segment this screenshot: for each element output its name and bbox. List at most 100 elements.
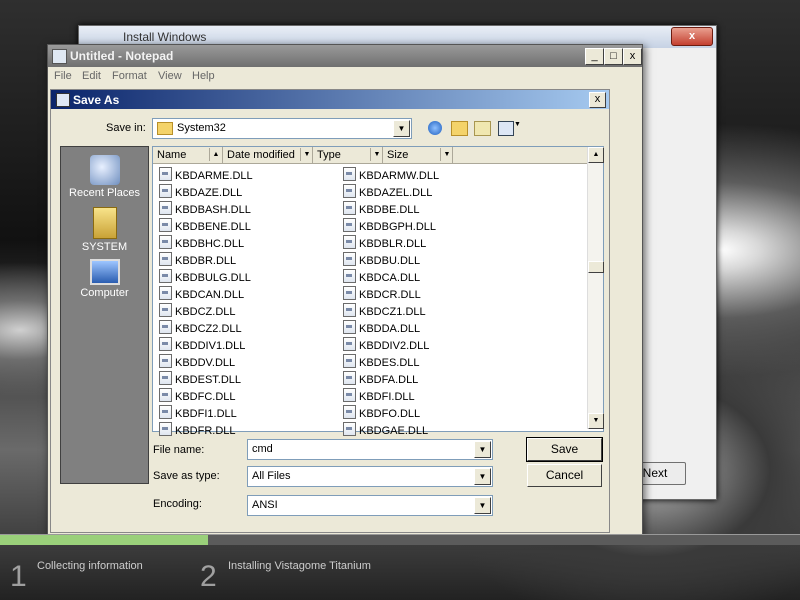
file-item[interactable]: KBDFC.DLL bbox=[159, 388, 236, 405]
dll-file-icon bbox=[159, 269, 172, 283]
view-menu-chevron-icon[interactable]: ▼ bbox=[514, 121, 521, 128]
maximize-button[interactable]: □ bbox=[604, 48, 623, 65]
notepad-title: Untitled - Notepad bbox=[70, 49, 174, 63]
chevron-down-icon[interactable]: ▼ bbox=[474, 468, 491, 485]
scroll-thumb[interactable] bbox=[588, 261, 604, 273]
file-name: KBDFO.DLL bbox=[359, 408, 421, 420]
file-item[interactable]: KBDDIV2.DLL bbox=[343, 337, 429, 354]
file-item[interactable]: KBDFI.DLL bbox=[343, 388, 415, 405]
file-item[interactable]: KBDCA.DLL bbox=[343, 269, 420, 286]
dll-file-icon bbox=[159, 422, 172, 436]
chevron-down-icon[interactable]: ▼ bbox=[393, 120, 410, 137]
file-item[interactable]: KBDES.DLL bbox=[343, 354, 420, 371]
save-as-type-value: All Files bbox=[252, 470, 291, 482]
dll-file-icon bbox=[159, 405, 172, 419]
file-item[interactable]: KBDFI1.DLL bbox=[159, 405, 237, 422]
dll-file-icon bbox=[343, 167, 356, 181]
file-item[interactable]: KBDBGPH.DLL bbox=[343, 218, 436, 235]
dll-file-icon bbox=[343, 235, 356, 249]
notepad-close-button[interactable]: x bbox=[623, 48, 642, 65]
chevron-down-icon[interactable]: ▼ bbox=[474, 497, 491, 514]
file-name: KBDCZ2.DLL bbox=[175, 323, 242, 335]
step-1-label: Collecting information bbox=[37, 560, 143, 572]
file-item[interactable]: KBDBHC.DLL bbox=[159, 235, 244, 252]
place-recent-places[interactable]: Recent Places bbox=[61, 155, 148, 199]
save-as-type-label: Save as type: bbox=[153, 470, 220, 482]
file-item[interactable]: KBDBENE.DLL bbox=[159, 218, 251, 235]
file-item[interactable]: KBDDA.DLL bbox=[343, 320, 420, 337]
file-name-combo[interactable]: cmd ▼ bbox=[247, 439, 493, 460]
dll-file-icon bbox=[343, 320, 356, 334]
file-item[interactable]: KBDAZE.DLL bbox=[159, 184, 242, 201]
save-in-value: System32 bbox=[177, 122, 226, 134]
dll-file-icon bbox=[343, 269, 356, 283]
view-menu-icon[interactable] bbox=[498, 121, 514, 136]
menu-file[interactable]: File bbox=[54, 70, 72, 82]
dll-file-icon bbox=[343, 184, 356, 198]
menu-view[interactable]: View bbox=[158, 70, 182, 82]
save-in-label: Save in: bbox=[106, 122, 146, 134]
back-icon[interactable] bbox=[428, 121, 442, 135]
save-as-titlebar: Save As x bbox=[51, 90, 609, 109]
file-name-input[interactable]: cmd bbox=[252, 443, 273, 455]
file-item[interactable]: KBDFO.DLL bbox=[343, 405, 420, 422]
file-name: KBDCR.DLL bbox=[359, 289, 421, 301]
places-bar: Recent Places SYSTEM Computer bbox=[60, 146, 149, 484]
save-in-combo[interactable]: System32 ▼ bbox=[152, 118, 412, 139]
dll-file-icon bbox=[159, 167, 172, 181]
file-name: KBDDV.DLL bbox=[175, 357, 236, 369]
menu-help[interactable]: Help bbox=[192, 70, 215, 82]
file-item[interactable]: KBDGAE.DLL bbox=[343, 422, 428, 439]
dll-file-icon bbox=[159, 388, 172, 402]
minimize-button[interactable]: _ bbox=[585, 48, 604, 65]
menu-edit[interactable]: Edit bbox=[82, 70, 101, 82]
up-folder-icon[interactable] bbox=[451, 121, 468, 136]
encoding-select[interactable]: ANSI ▼ bbox=[247, 495, 493, 516]
install-close-button[interactable]: x bbox=[671, 27, 713, 46]
sort-arrow-icon[interactable]: ▲ bbox=[209, 148, 222, 161]
file-item[interactable]: KBDAZEL.DLL bbox=[343, 184, 432, 201]
place-computer[interactable]: Computer bbox=[61, 259, 148, 299]
dialog-icon bbox=[56, 93, 70, 107]
file-item[interactable]: KBDEST.DLL bbox=[159, 371, 241, 388]
file-name: KBDARMW.DLL bbox=[359, 170, 440, 182]
notepad-titlebar: Untitled - Notepad _ □ x bbox=[48, 45, 642, 67]
cancel-button[interactable]: Cancel bbox=[527, 464, 602, 487]
scroll-down-button[interactable]: ▼ bbox=[588, 413, 604, 429]
chevron-down-icon[interactable]: ▼ bbox=[370, 148, 383, 161]
save-button[interactable]: Save bbox=[526, 437, 603, 462]
chevron-down-icon[interactable]: ▼ bbox=[440, 148, 453, 161]
file-item[interactable]: KBDBASH.DLL bbox=[159, 201, 251, 218]
file-item[interactable]: KBDCR.DLL bbox=[343, 286, 421, 303]
file-item[interactable]: KBDBU.DLL bbox=[343, 252, 420, 269]
chevron-down-icon[interactable]: ▼ bbox=[300, 148, 313, 161]
folder-icon bbox=[157, 122, 173, 135]
file-item[interactable]: KBDCZ.DLL bbox=[159, 303, 236, 320]
file-name: KBDAZEL.DLL bbox=[359, 187, 433, 199]
file-item[interactable]: KBDARMW.DLL bbox=[343, 167, 439, 184]
file-item[interactable]: KBDFA.DLL bbox=[343, 371, 418, 388]
file-item[interactable]: KBDCAN.DLL bbox=[159, 286, 244, 303]
file-item[interactable]: KBDDIV1.DLL bbox=[159, 337, 245, 354]
file-item[interactable]: KBDBE.DLL bbox=[343, 201, 420, 218]
place-system[interactable]: SYSTEM bbox=[61, 207, 148, 253]
file-item[interactable]: KBDBULG.DLL bbox=[159, 269, 251, 286]
file-item[interactable]: KBDBLR.DLL bbox=[343, 235, 426, 252]
save-as-type-select[interactable]: All Files ▼ bbox=[247, 466, 493, 487]
save-as-close-button[interactable]: x bbox=[589, 92, 606, 108]
file-list-scrollbar[interactable]: ▲ ▼ bbox=[587, 147, 604, 429]
file-item[interactable]: KBDCZ1.DLL bbox=[343, 303, 426, 320]
new-folder-icon[interactable] bbox=[474, 121, 491, 136]
file-item[interactable]: KBDFR.DLL bbox=[159, 422, 236, 439]
file-list[interactable]: Name ▲ Date modified ▼ Type ▼ Size ▼ KBD… bbox=[152, 146, 604, 437]
file-name: KBDCZ.DLL bbox=[175, 306, 236, 318]
chevron-down-icon[interactable]: ▼ bbox=[474, 441, 491, 458]
file-item[interactable]: KBDBR.DLL bbox=[159, 252, 236, 269]
file-name: KBDCZ1.DLL bbox=[359, 306, 426, 318]
file-item[interactable]: KBDARME.DLL bbox=[159, 167, 253, 184]
file-name: KBDGAE.DLL bbox=[359, 425, 429, 437]
menu-format[interactable]: Format bbox=[112, 70, 147, 82]
file-item[interactable]: KBDCZ2.DLL bbox=[159, 320, 242, 337]
file-item[interactable]: KBDDV.DLL bbox=[159, 354, 235, 371]
scroll-up-button[interactable]: ▲ bbox=[588, 147, 604, 163]
